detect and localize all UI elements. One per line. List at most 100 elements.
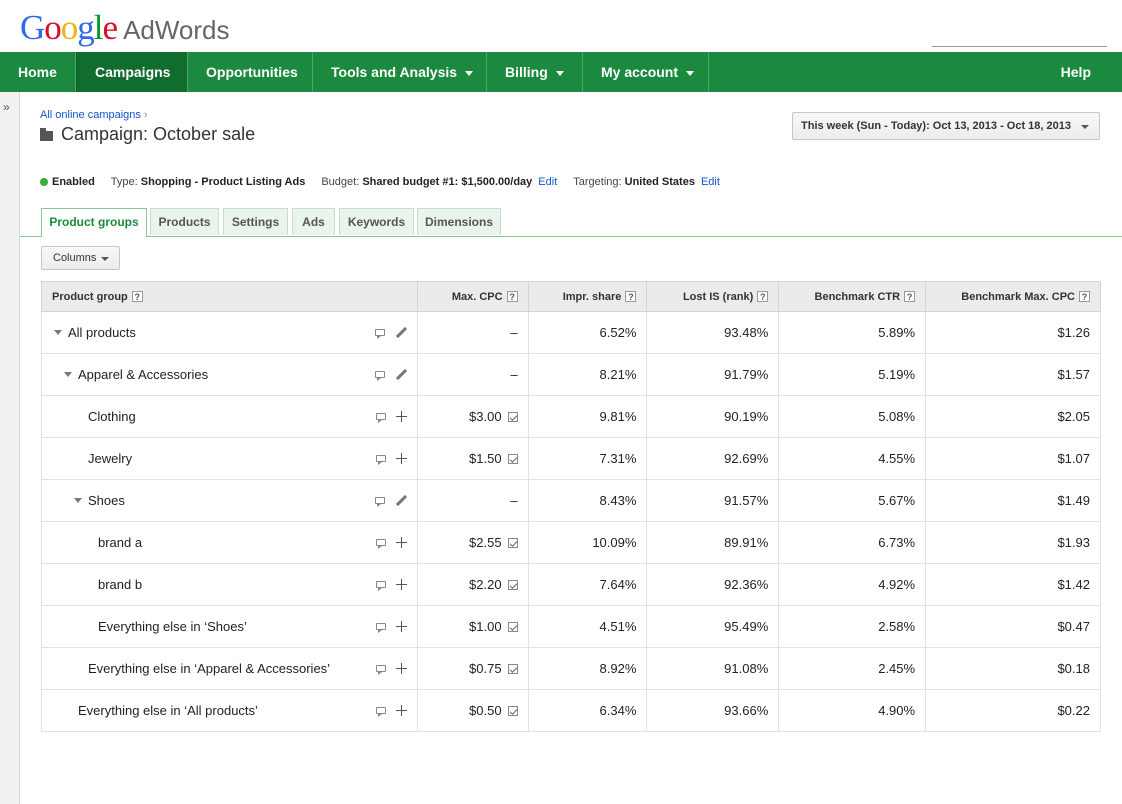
column-header-max-cpc[interactable]: Max. CPC? [416,281,529,312]
lost-is-cell: 92.36% [646,563,780,606]
breadcrumb-separator: › [143,109,148,121]
impr-share-cell: 9.81% [528,395,648,438]
comment-icon[interactable] [375,581,386,591]
columns-button[interactable]: Columns [41,246,120,270]
type-value: Shopping - Product Listing Ads [140,176,306,188]
product-group-name: Shoes [88,493,125,508]
date-range-selector[interactable]: This week (Sun - Today): Oct 13, 2013 - … [792,112,1100,140]
benchmark-cpc-cell: $1.07 [925,437,1101,480]
column-header-benchmark-ctr[interactable]: Benchmark CTR? [778,281,927,312]
impr-share-cell: 6.52% [528,311,648,354]
table-row: brand a $2.55 10.09% 89.91% 6.73% $1.93 [41,521,1101,564]
search-input[interactable] [932,46,1107,47]
nav-billing[interactable]: Billing [487,52,583,92]
comment-icon[interactable] [375,455,386,465]
help-icon[interactable]: ? [625,291,637,303]
folder-icon [40,127,53,141]
column-header-benchmark-max-cpc[interactable]: Benchmark Max. CPC? [925,281,1101,312]
max-cpc-value[interactable]: $2.20 [469,577,502,592]
nav-campaigns[interactable]: Campaigns [76,52,188,92]
google-adwords-logo[interactable]: Google AdWords [20,8,230,48]
help-icon[interactable]: ? [904,291,916,303]
budget-edit-link[interactable]: Edit [538,176,557,188]
bid-simulator-icon[interactable] [507,453,518,464]
column-header-product-group[interactable]: Product group? [41,281,418,312]
nav-my-account[interactable]: My account [583,52,709,92]
comment-icon[interactable] [375,539,386,549]
comment-icon[interactable] [375,665,386,675]
benchmark-cpc-cell: $0.22 [925,689,1101,732]
targeting-label: Targeting: [573,176,622,188]
plus-icon[interactable] [395,453,407,464]
help-icon[interactable]: ? [1079,291,1090,303]
bid-simulator-icon[interactable] [507,705,518,716]
product-group-name: brand b [98,577,143,592]
max-cpc-value[interactable]: $2.55 [469,535,502,550]
max-cpc-value[interactable]: $3.00 [469,409,502,424]
plus-icon[interactable] [395,537,407,548]
impr-share-cell: 8.92% [528,647,648,690]
plus-icon[interactable] [395,579,407,590]
bid-simulator-icon[interactable] [507,537,518,548]
product-group-name: Clothing [88,409,136,424]
nav-tools[interactable]: Tools and Analysis [313,52,487,92]
plus-icon[interactable] [395,411,407,422]
max-cpc-value[interactable]: $1.50 [469,451,502,466]
comment-icon[interactable] [374,371,385,381]
table-row: All products – 6.52% 93.48% 5.89% $1.26 [41,311,1101,354]
chevron-down-icon [555,70,564,76]
bid-simulator-icon[interactable] [507,411,518,422]
pencil-icon[interactable] [395,369,407,381]
pencil-icon[interactable] [395,495,407,507]
bid-simulator-icon[interactable] [507,579,518,590]
nav-help[interactable]: Help [1061,52,1122,92]
targeting-edit-link[interactable]: Edit [701,176,720,188]
bid-simulator-icon[interactable] [507,663,518,674]
plus-icon[interactable] [395,663,407,674]
collapse-icon[interactable] [74,498,82,503]
max-cpc-value[interactable]: $0.75 [469,661,502,676]
breadcrumb-all-campaigns[interactable]: All online campaigns [40,109,141,121]
pencil-icon[interactable] [395,327,407,339]
product-groups-table: Product group? Max. CPC? Impr. share? Lo… [41,281,1101,732]
comment-icon[interactable] [375,707,386,717]
status-value[interactable]: Enabled [52,176,95,188]
collapse-icon[interactable] [54,330,62,335]
collapse-icon[interactable] [64,372,72,377]
tab-keywords[interactable]: Keywords [339,208,414,235]
product-group-name: Everything else in ‘Apparel & Accessorie… [88,661,331,676]
tab-product-groups[interactable]: Product groups [41,208,147,237]
table-row: brand b $2.20 7.64% 92.36% 4.92% $1.42 [41,563,1101,606]
help-icon[interactable]: ? [131,291,143,303]
benchmark-ctr-cell: 6.73% [778,521,927,564]
column-header-impr-share[interactable]: Impr. share? [527,281,648,312]
side-panel-toggle[interactable]: » [0,92,20,804]
breadcrumb: All online campaigns › [40,109,148,121]
nav-opportunities[interactable]: Opportunities [188,52,313,92]
type-label: Type: [110,176,138,188]
plus-icon[interactable] [395,705,407,716]
table-row: Shoes – 8.43% 91.57% 5.67% $1.49 [41,479,1101,522]
tab-dimensions[interactable]: Dimensions [417,208,501,235]
comment-icon[interactable] [374,329,385,339]
help-icon[interactable]: ? [506,291,518,303]
plus-icon[interactable] [395,621,407,632]
impr-share-cell: 4.51% [528,605,648,648]
lost-is-cell: 93.48% [646,311,780,354]
comment-icon[interactable] [375,623,386,633]
product-group-name: Jewelry [88,451,133,466]
bid-simulator-icon[interactable] [507,621,518,632]
tab-products[interactable]: Products [150,208,219,235]
max-cpc-value[interactable]: $0.50 [469,703,502,718]
benchmark-cpc-cell: $1.57 [925,353,1101,396]
column-header-lost-is-rank[interactable]: Lost IS (rank)? [646,281,780,312]
nav-home[interactable]: Home [0,52,76,92]
expand-icon: » [3,100,10,114]
main-nav: Home Campaigns Opportunities Tools and A… [0,52,1122,92]
tab-ads[interactable]: Ads [292,208,335,235]
comment-icon[interactable] [374,497,385,507]
help-icon[interactable]: ? [757,291,769,303]
max-cpc-value[interactable]: $1.00 [469,619,502,634]
tab-settings[interactable]: Settings [223,208,288,235]
comment-icon[interactable] [375,413,386,423]
